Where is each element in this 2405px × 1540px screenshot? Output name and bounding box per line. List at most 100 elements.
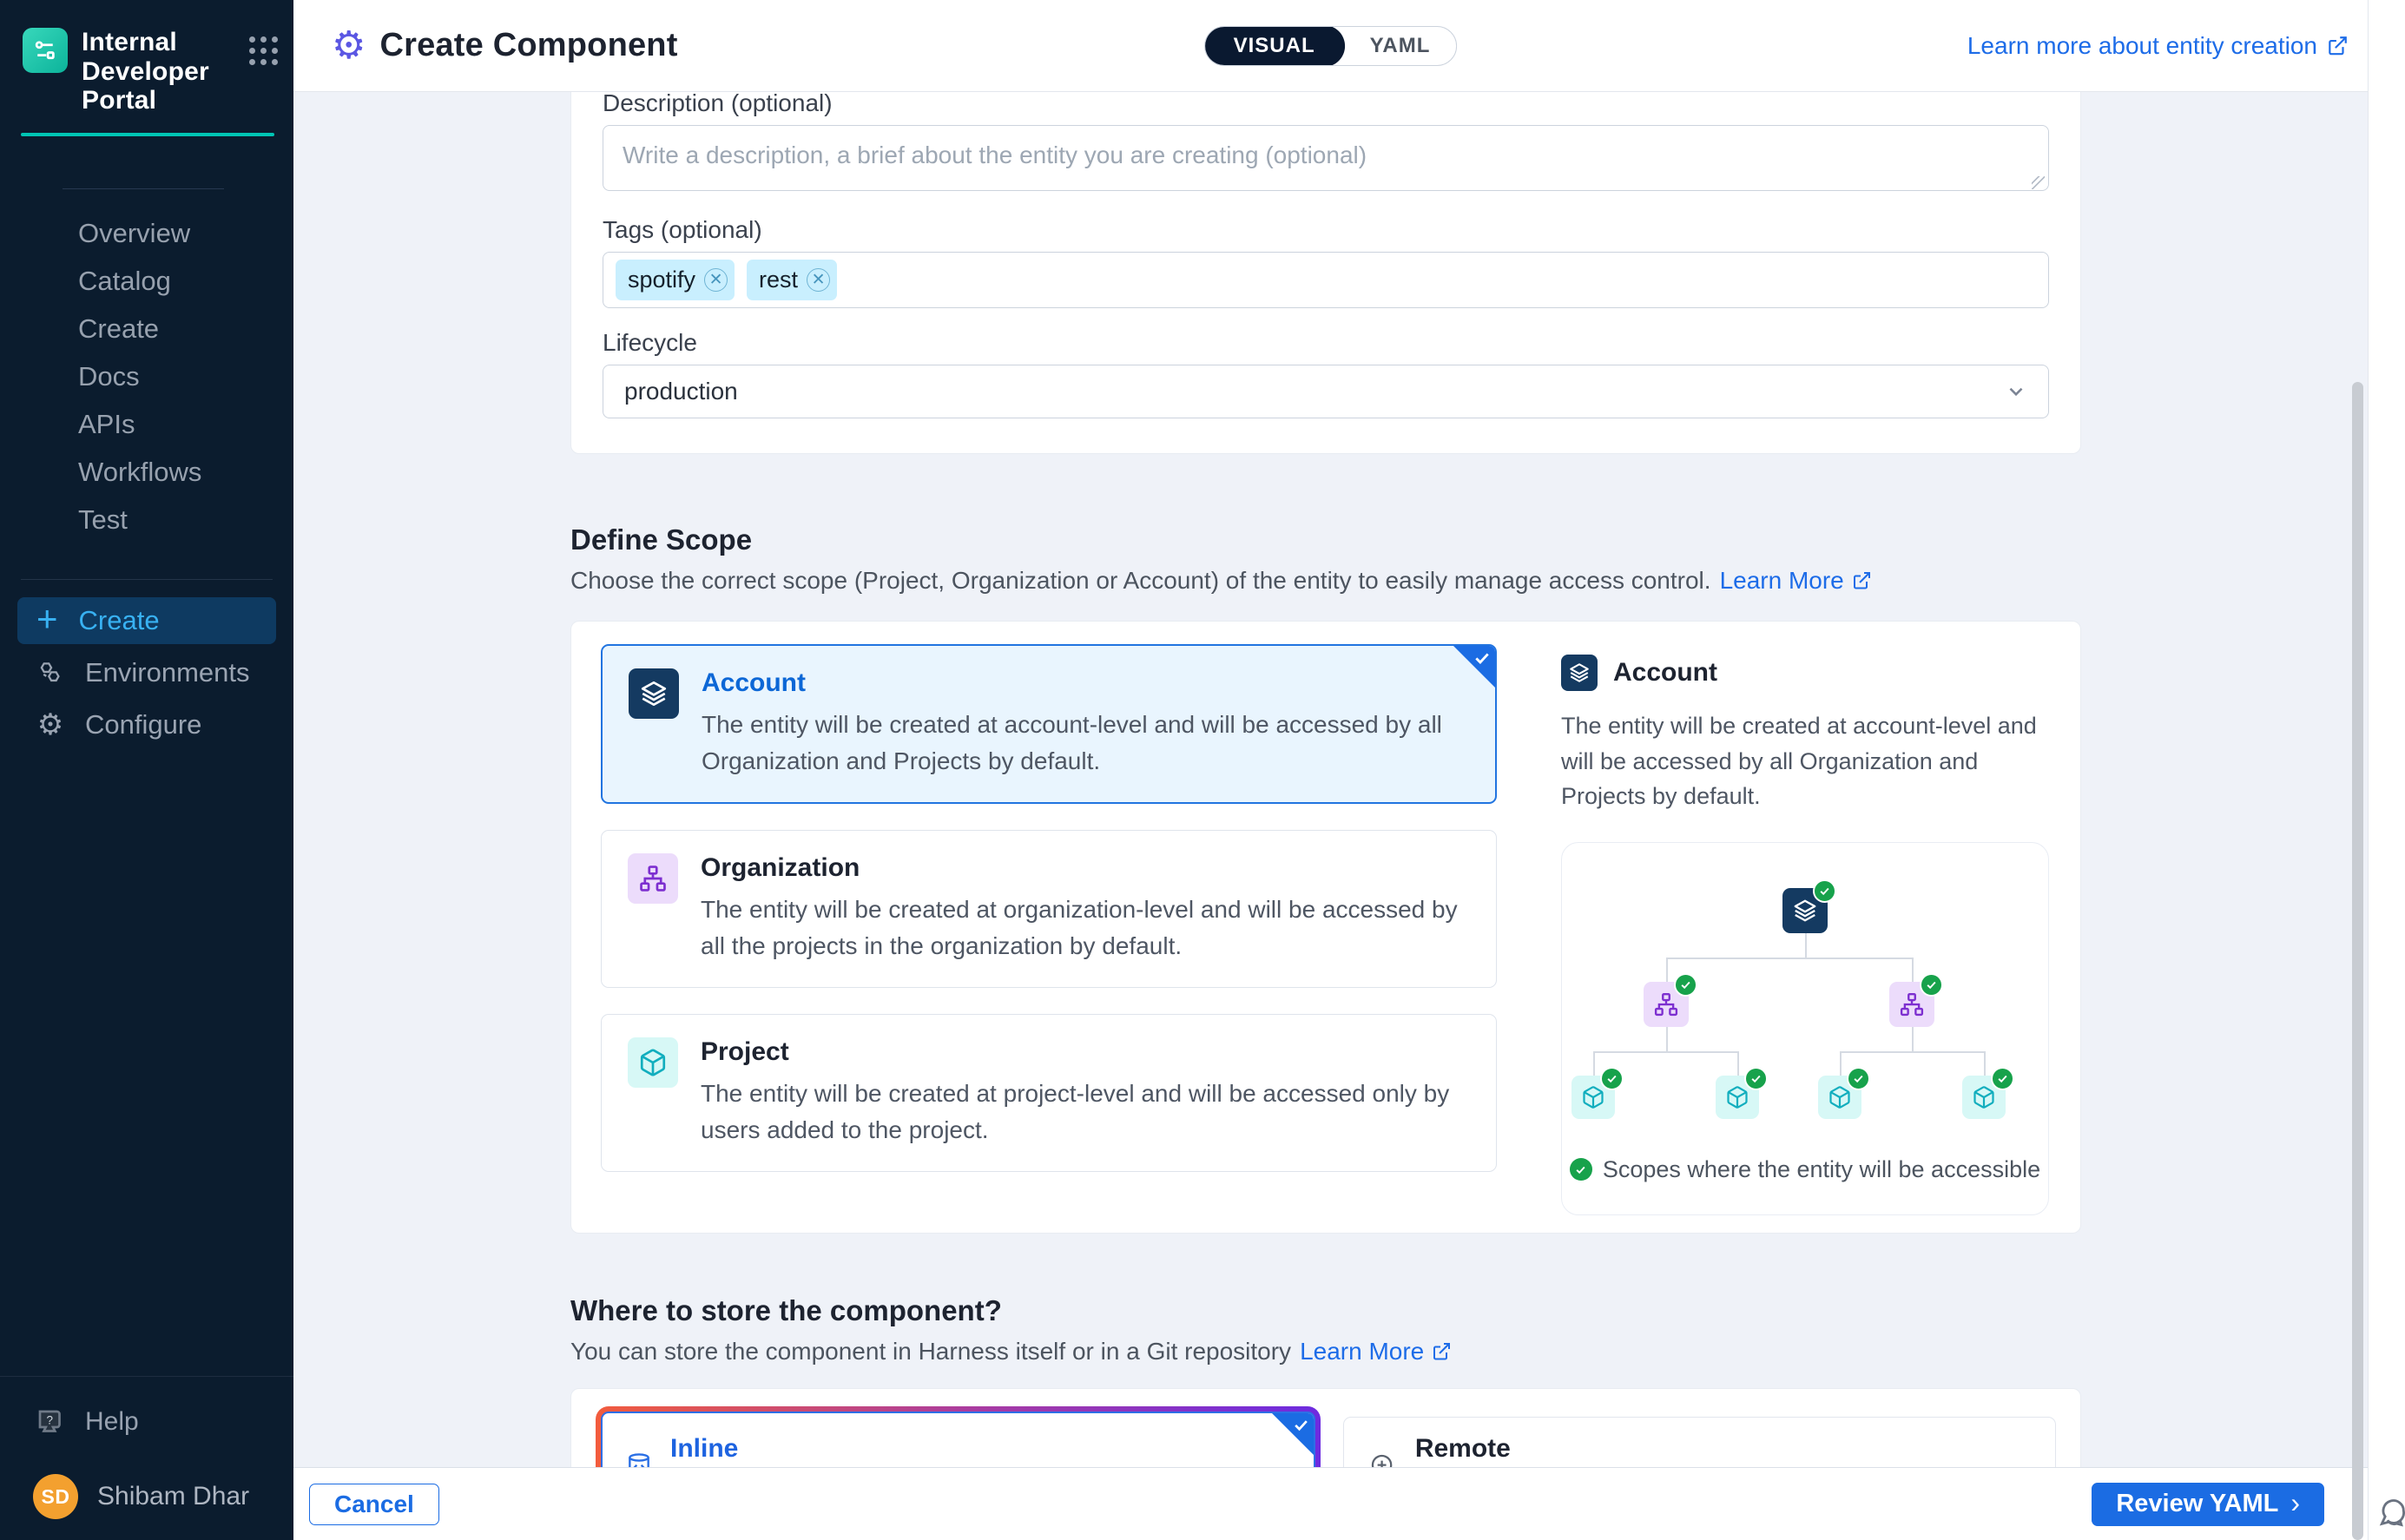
check-circle-icon [1991,1067,2014,1090]
learn-more-entity-creation-link[interactable]: Learn more about entity creation [1967,32,2349,60]
scope-hierarchy-diagram: Scopes where the entity will be accessib… [1561,842,2049,1215]
check-circle-icon [1674,973,1697,997]
diagram-account-node [1782,888,1828,933]
scope-detail-desc: The entity will be created at account-le… [1561,708,2049,814]
diagram-project-node [1571,1076,1615,1119]
external-link-icon [2326,35,2349,57]
chat-bubble-icon[interactable] [2375,1495,2405,1530]
scope-option-desc: The entity will be created at project-le… [701,1076,1470,1148]
sidebar-nav: Overview Catalog Create Docs APIs Workfl… [0,210,293,544]
diagram-project-node [1716,1076,1759,1119]
lifecycle-label: Lifecycle [603,329,2049,357]
brand-underline [21,133,274,136]
scope-option-organization[interactable]: Organization The entity will be created … [601,830,1497,988]
description-label: Description (optional) [603,92,2049,117]
review-yaml-button[interactable]: Review YAML › [2092,1483,2324,1526]
sidebar-section-divider [21,579,273,580]
component-details-card: Description (optional) Tags (optional) s… [570,92,2081,454]
storage-option-remote[interactable]: Remote IDP is stored in your Git reposit… [1343,1417,2056,1468]
user-name: Shibam Dhar [97,1482,249,1511]
avatar: SD [33,1474,78,1519]
lifecycle-select[interactable]: production [603,365,2049,418]
tags-label: Tags (optional) [603,216,2049,244]
help-button[interactable]: ? Help [0,1377,293,1438]
globe-plus-icon [1368,1451,1398,1468]
sidebar-item-apis[interactable]: APIs [0,401,293,449]
content-scroll-area[interactable]: Description (optional) Tags (optional) s… [293,92,2368,1467]
sidebar-action-create-label: Create [79,605,160,636]
scope-detail-panel: Account The entity will be created at ac… [1561,644,2049,1215]
page-header: ⚙ Create Component VISUAL YAML Learn mor… [293,0,2368,92]
cube-icon [628,1037,678,1088]
diagram-project-node [1818,1076,1861,1119]
app-root: Internal Developer Portal Overview Catal… [0,0,2405,1540]
svg-text:?: ? [47,1413,54,1426]
brand-title: Internal Developer Portal [82,28,235,115]
define-scope-subtitle: Choose the correct scope (Project, Organ… [570,567,2081,595]
tag-chip-label: rest [759,267,798,293]
diagram-project-node [1962,1076,2006,1119]
storage-learn-more-label: Learn More [1300,1338,1424,1366]
sidebar-item-docs[interactable]: Docs [0,353,293,401]
storage-option-title: Inline [670,1434,932,1464]
review-yaml-label: Review YAML [2116,1490,2278,1518]
sidebar-item-catalog[interactable]: Catalog [0,258,293,306]
right-rail [2368,0,2405,1540]
toggle-visual[interactable]: VISUAL [1204,26,1345,66]
sidebar-action-environments-label: Environments [85,657,250,688]
storage-learn-more-link[interactable]: Learn More [1300,1338,1452,1366]
diagram-caption-text: Scopes where the entity will be accessib… [1603,1156,2040,1183]
storage-title: Where to store the component? [570,1294,2081,1327]
app-grid-icon[interactable] [249,36,278,65]
tag-chip: spotify ✕ [616,260,735,300]
storage-option-inline-highlight[interactable]: Inline IDP is stored in Harness [596,1406,1321,1468]
scope-option-desc: The entity will be created at organizati… [701,892,1470,964]
description-input[interactable] [603,125,2049,191]
x-circle-icon[interactable]: ✕ [807,268,830,292]
check-circle-icon [1920,973,1943,997]
sidebar-actions: + Create Environments ⚙ Configure [17,597,276,754]
sidebar-action-configure[interactable]: ⚙ Configure [17,701,276,748]
footer-bar: Cancel Review YAML › [293,1467,2368,1540]
hexagons-icon [36,659,64,687]
scope-option-title: Organization [701,853,1470,883]
sidebar-item-create[interactable]: Create [0,306,293,353]
brand: Internal Developer Portal [0,0,293,115]
scope-option-title: Project [701,1037,1470,1067]
gear-icon: ⚙ [36,711,64,739]
diagram-org-node [1889,982,1934,1027]
scope-option-project[interactable]: Project The entity will be created at pr… [601,1014,1497,1172]
scope-option-desc: The entity will be created at account-le… [702,707,1469,780]
textarea-resize-handle[interactable] [2032,176,2045,189]
chevron-right-icon: › [2290,1487,2300,1519]
layers-icon [1561,655,1598,691]
storage-options-card: Inline IDP is stored in Harness R [570,1388,2081,1468]
tags-input[interactable]: spotify ✕ rest ✕ [603,252,2049,308]
sidebar-item-test[interactable]: Test [0,497,293,544]
sidebar-item-workflows[interactable]: Workflows [0,449,293,497]
scope-learn-more-link[interactable]: Learn More [1720,567,1872,595]
user-menu[interactable]: SD Shibam Dhar [33,1474,293,1519]
toggle-yaml[interactable]: YAML [1344,26,1457,66]
harness-idp-logo[interactable] [23,28,68,73]
lifecycle-value: production [624,378,738,405]
storage-subtitle: You can store the component in Harness i… [570,1338,2081,1366]
org-chart-icon [628,853,678,904]
vertical-scrollbar[interactable] [2352,382,2363,1540]
help-label: Help [85,1407,139,1437]
external-link-icon [1851,570,1872,591]
diagram-org-node [1644,982,1689,1027]
scope-options: Account The entity will be created at ac… [601,644,1497,1215]
sidebar-action-configure-label: Configure [85,709,201,740]
sidebar-item-overview[interactable]: Overview [0,210,293,258]
visual-yaml-toggle[interactable]: VISUAL YAML [1204,26,1458,66]
storage-option-inline[interactable]: Inline IDP is stored in Harness [601,1412,1315,1468]
scope-option-account[interactable]: Account The entity will be created at ac… [601,644,1497,804]
sidebar-action-environments[interactable]: Environments [17,649,276,696]
storage-option-title: Remote [1415,1434,1785,1464]
scope-detail-title: Account [1613,658,1717,688]
layers-icon [629,668,679,719]
x-circle-icon[interactable]: ✕ [704,268,728,292]
sidebar-action-create[interactable]: + Create [17,597,276,644]
cancel-button[interactable]: Cancel [309,1484,439,1525]
